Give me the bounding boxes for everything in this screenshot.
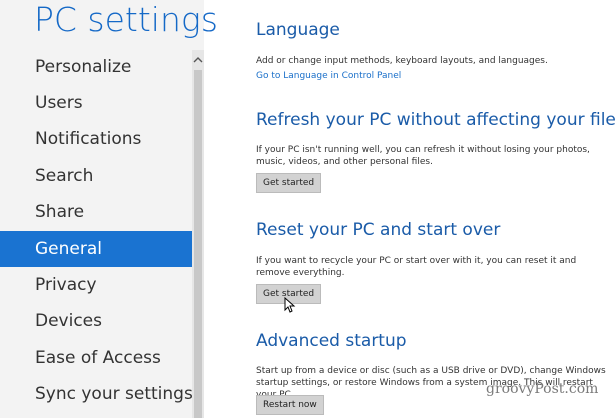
reset-heading: Reset your PC and start over xyxy=(256,220,501,240)
sidebar-item-share[interactable]: Share xyxy=(0,194,192,230)
sidebar-scrollbar[interactable] xyxy=(192,50,204,418)
sidebar-item-users[interactable]: Users xyxy=(0,85,192,121)
chevron-up-icon[interactable] xyxy=(192,56,204,68)
watermark: groovyPost.com xyxy=(486,381,599,397)
language-control-panel-link[interactable]: Go to Language in Control Panel xyxy=(256,71,401,81)
language-heading: Language xyxy=(256,20,340,40)
chevron-up-icon-glyph xyxy=(193,57,203,63)
restart-now-button[interactable]: Restart now xyxy=(256,395,324,415)
refresh-description: If your PC isn't running well, you can r… xyxy=(256,145,590,167)
sidebar-item-privacy[interactable]: Privacy xyxy=(0,267,192,303)
mouse-pointer-icon xyxy=(284,297,296,313)
sidebar-item-ease-of-access[interactable]: Ease of Access xyxy=(0,340,192,376)
refresh-heading: Refresh your PC without affecting your f… xyxy=(256,110,616,130)
app-title: PC settings xyxy=(34,0,218,39)
sidebar-item-devices[interactable]: Devices xyxy=(0,303,192,339)
advanced-startup-heading: Advanced startup xyxy=(256,331,407,351)
sidebar-item-notifications[interactable]: Notifications xyxy=(0,121,192,157)
sidebar-item-personalize[interactable]: Personalize xyxy=(0,49,192,85)
reset-description: If you want to recycle your PC or start … xyxy=(256,256,577,278)
sidebar-item-general[interactable]: General xyxy=(0,231,192,267)
sidebar-item-sync-your-settings[interactable]: Sync your settings xyxy=(0,376,193,412)
sidebar-item-search[interactable]: Search xyxy=(0,158,192,194)
sidebar: PC settings Personalize Users Notificati… xyxy=(0,0,218,418)
refresh-get-started-button[interactable]: Get started xyxy=(256,173,322,193)
language-description: Add or change input methods, keyboard la… xyxy=(256,56,548,66)
scrollbar-thumb[interactable] xyxy=(194,70,202,418)
